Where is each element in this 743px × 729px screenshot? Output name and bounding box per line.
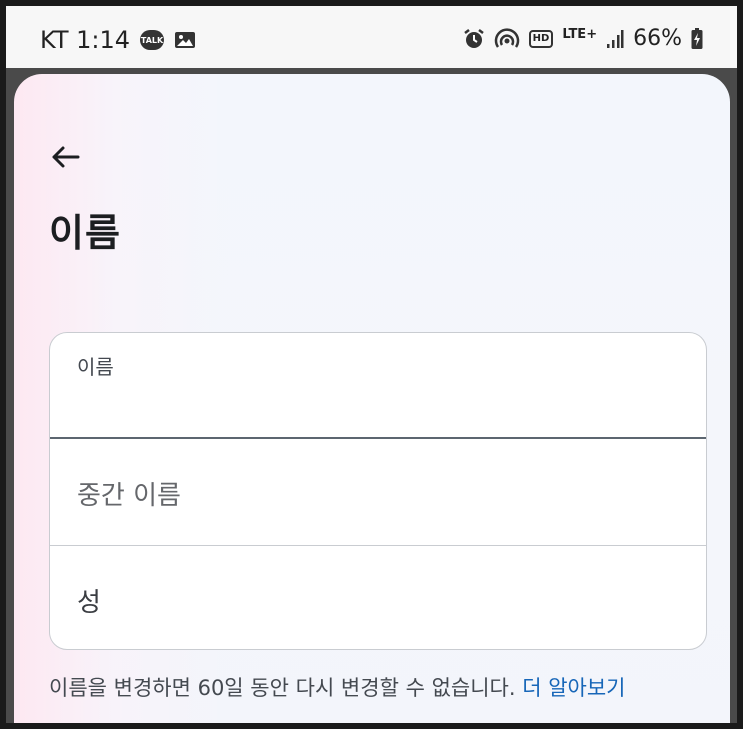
notice-text: 이름을 변경하면 60일 동안 다시 변경할 수 없습니다. [49, 676, 523, 700]
carrier-time: KT 1:14 [40, 26, 131, 54]
status-left: KT 1:14 TALK [40, 26, 196, 54]
name-edit-sheet: 이름 이름 중간 이름 성 이름을 변경하면 60일 동안 다시 변경할 수 없… [14, 74, 730, 723]
back-arrow-icon[interactable] [48, 140, 84, 174]
status-right: HD LTE+ 66% [463, 26, 703, 51]
signal-icon [607, 29, 624, 48]
kakaotalk-icon: TALK [140, 30, 165, 50]
alarm-icon [463, 28, 484, 48]
name-change-notice: 이름을 변경하면 60일 동안 다시 변경할 수 없습니다. 더 알아보기 [49, 672, 625, 702]
last-name-field[interactable]: 성 [50, 546, 706, 649]
gallery-icon [175, 32, 196, 48]
battery-charging-icon [691, 27, 703, 49]
page-title: 이름 [49, 211, 121, 255]
hotspot-icon [494, 27, 519, 48]
name-fields-group: 이름 중간 이름 성 [49, 332, 707, 650]
status-bar: KT 1:14 TALK HD LTE+ 66% [6, 6, 737, 68]
device-frame: KT 1:14 TALK HD LTE+ 66% 이름 이름 중간 이름 성 이… [6, 6, 737, 723]
middle-name-placeholder: 중간 이름 [77, 481, 181, 511]
middle-name-field[interactable]: 중간 이름 [50, 439, 706, 546]
first-name-field[interactable]: 이름 [50, 333, 706, 439]
battery-percent: 66% [633, 26, 682, 51]
lte-indicator: LTE+ [562, 27, 598, 42]
hd-voice-badge: HD [528, 29, 554, 48]
learn-more-link[interactable]: 더 알아보기 [522, 676, 625, 700]
first-name-label: 이름 [77, 355, 114, 379]
last-name-placeholder: 성 [77, 588, 101, 618]
